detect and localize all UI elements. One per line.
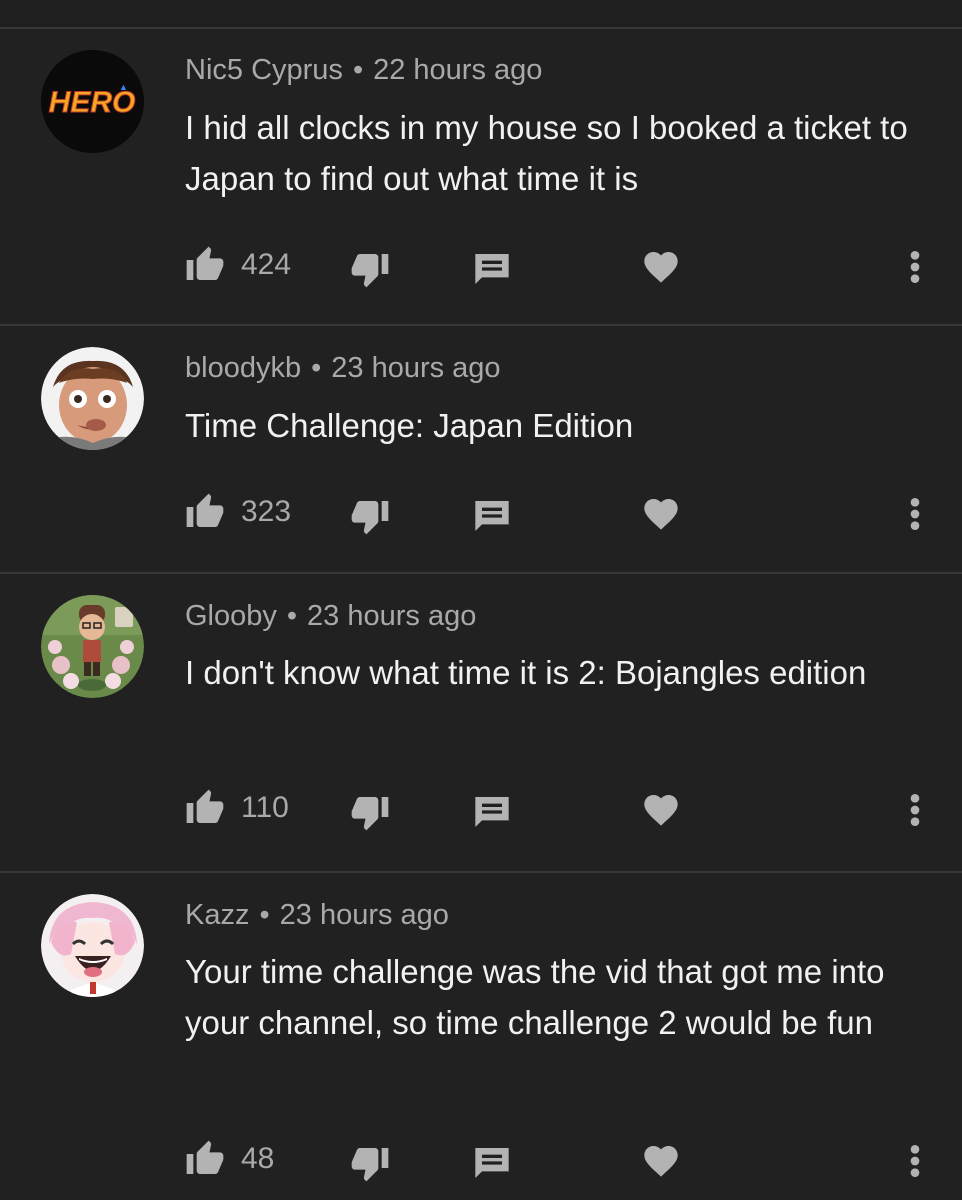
heart-icon[interactable] <box>641 494 681 534</box>
reply-icon[interactable] <box>472 496 512 536</box>
like-count: 424 <box>241 248 292 281</box>
thumbs-up-icon[interactable] <box>185 788 225 828</box>
comment-actions: 323 <box>0 492 962 535</box>
top-bar <box>0 0 962 27</box>
svg-text:▲: ▲ <box>119 82 128 92</box>
like-count: 110 <box>241 791 289 824</box>
reply-icon[interactable] <box>472 249 512 289</box>
comment-author[interactable]: Glooby <box>185 600 277 632</box>
comment-item: HERO ▲ Nic5 Cyprus • 22 hours ago I hid al… <box>0 29 962 324</box>
comment-meta: bloodykb • 23 hours ago <box>185 351 501 385</box>
comment-time: 23 hours ago <box>279 899 449 931</box>
heart-icon[interactable] <box>641 1141 681 1181</box>
comment-text: Time Challenge: Japan Edition <box>185 407 634 444</box>
comment-meta: Nic5 Cyprus • 22 hours ago <box>185 53 542 87</box>
like-count: 323 <box>241 495 292 528</box>
comment-item: Glooby • 23 hours ago I don't know what ti… <box>0 574 962 871</box>
more-vertical-icon[interactable] <box>900 494 930 534</box>
comment-time: 23 hours ago <box>307 600 477 632</box>
thumbs-down-icon[interactable] <box>350 792 390 832</box>
comment-text: I hid all clocks in my house so I booked… <box>185 109 908 197</box>
avatar[interactable] <box>41 595 144 698</box>
comment-time: 22 hours ago <box>373 54 543 86</box>
comment-meta: Glooby • 23 hours ago <box>185 599 476 633</box>
comment-actions: 48 <box>0 1139 962 1182</box>
avatar[interactable] <box>41 894 144 997</box>
avatar[interactable]: HERO ▲ <box>41 50 144 153</box>
comment-actions: 424 <box>0 245 962 288</box>
reply-icon[interactable] <box>472 1143 512 1183</box>
comment-item: Kazz • 23 hours ago Your time challenge wa… <box>0 873 962 1200</box>
comment-item: bloodykb • 23 hours ago Time Challenge: Ja… <box>0 326 962 572</box>
thumbs-up-icon[interactable] <box>185 1139 225 1179</box>
comment-text: I don't know what time it is 2: Bojangle… <box>185 654 867 691</box>
separator-dot: • <box>311 352 322 384</box>
comment-text: Your time challenge was the vid that got… <box>185 953 885 1041</box>
thumbs-up-icon[interactable] <box>185 492 225 532</box>
comment-actions: 110 <box>0 788 962 831</box>
comment-author[interactable]: Kazz <box>185 899 249 931</box>
more-vertical-icon[interactable] <box>900 1141 930 1181</box>
separator-dot: • <box>352 54 364 86</box>
comment-author[interactable]: bloodykb <box>185 352 301 384</box>
comment-time: 23 hours ago <box>331 352 501 384</box>
heart-icon[interactable] <box>641 790 681 830</box>
reply-icon[interactable] <box>472 792 512 832</box>
more-vertical-icon[interactable] <box>900 790 930 830</box>
thumbs-down-icon[interactable] <box>350 1143 390 1183</box>
more-vertical-icon[interactable] <box>900 247 930 287</box>
comment-author[interactable]: Nic5 Cyprus <box>185 54 343 86</box>
heart-icon[interactable] <box>641 247 681 287</box>
like-count: 48 <box>241 1142 275 1175</box>
comment-meta: Kazz • 23 hours ago <box>185 898 449 932</box>
thumbs-up-icon[interactable] <box>185 245 225 285</box>
thumbs-down-icon[interactable] <box>350 249 390 289</box>
thumbs-down-icon[interactable] <box>350 496 390 536</box>
separator-dot: • <box>259 899 270 931</box>
separator-dot: • <box>286 600 298 632</box>
avatar[interactable] <box>41 347 144 450</box>
